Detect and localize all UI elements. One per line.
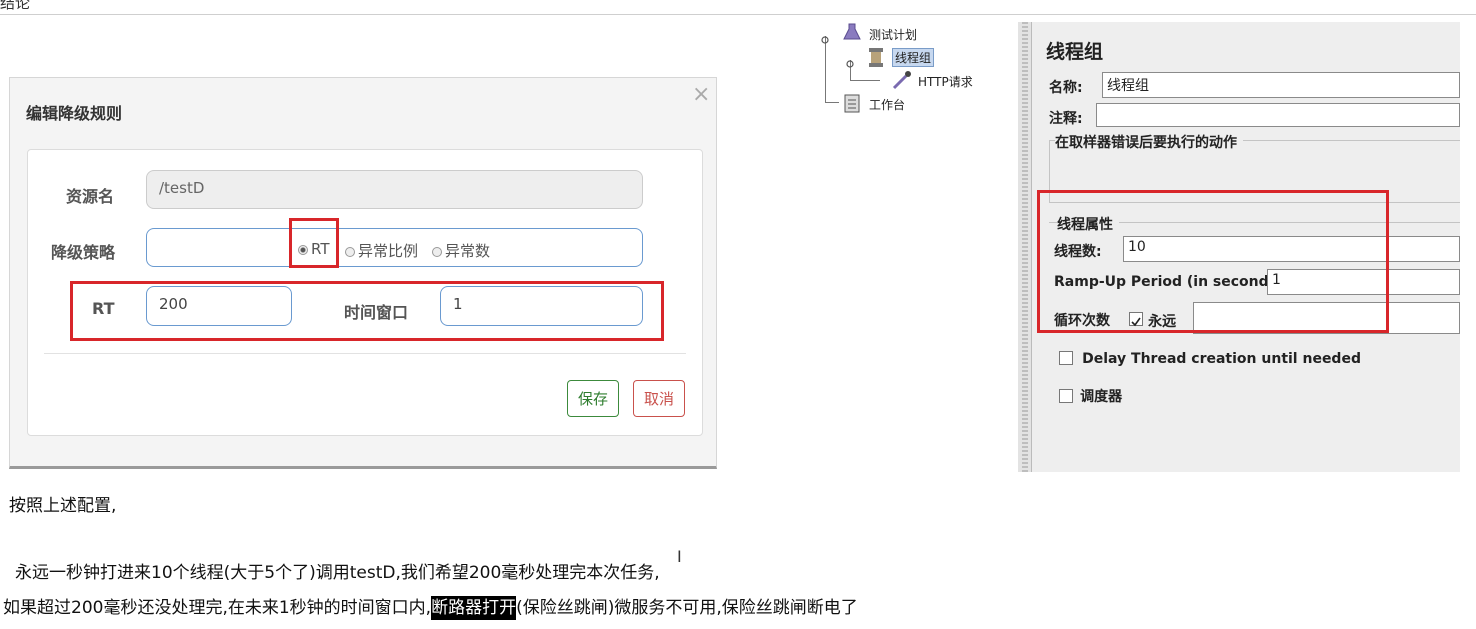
tree-node-thread-group[interactable]: 线程组 <box>892 48 935 67</box>
text-line-2: 永远一秒钟打进来10个线程(大于5个了)调用testD,我们希望200毫秒处理完… <box>15 563 660 583</box>
dialog-divider <box>44 353 686 354</box>
resource-name-field: /testD <box>146 170 643 209</box>
flask-icon <box>843 22 861 46</box>
splitter-grip <box>1022 22 1028 472</box>
spool-icon <box>866 46 886 72</box>
delay-thread-checkbox[interactable]: Delay Thread creation until needed <box>1059 348 1361 367</box>
cancel-button[interactable]: 取消 <box>633 380 686 417</box>
highlighted-text: 断路器打开 <box>431 596 517 620</box>
tree-connector <box>850 80 880 81</box>
page-heading: 结论 <box>0 0 31 12</box>
rt-annotation-box <box>289 218 339 268</box>
tree-toggle-icon[interactable] <box>845 54 855 68</box>
scheduler-checkbox[interactable]: 调度器 <box>1059 386 1122 406</box>
text-line-3-end: (保险丝跳闸)微服务不可用,保险丝跳闸断电了 <box>516 598 858 618</box>
save-button[interactable]: 保存 <box>567 380 620 417</box>
edit-degrade-rule-dialog: 编辑降级规则 × 资源名 /testD 降级策略 RT 异常比例 异常数 RT … <box>9 77 717 469</box>
radio-exception-count-label: 异常数 <box>445 242 491 260</box>
tree-connector <box>825 36 826 102</box>
text-line-3-start: 如果超过200毫秒还没处理完,在未来1秒钟的时间窗口内, <box>3 598 432 618</box>
tree-node-test-plan[interactable]: 测试计划 <box>869 26 917 43</box>
comment-input[interactable] <box>1096 103 1460 127</box>
text-line-1: 按照上述配置, <box>9 496 117 516</box>
error-action-label: 在取样器错误后要执行的动作 <box>1055 132 1243 152</box>
panel-title: 线程组 <box>1046 41 1104 63</box>
comment-label: 注释: <box>1049 111 1083 127</box>
tree-node-workbench[interactable]: 工作台 <box>869 96 905 113</box>
text-line-3: 如果超过200毫秒还没处理完,在未来1秒钟的时间窗口内,断路器打开(保险丝跳闸)… <box>3 593 858 620</box>
radio-exception-ratio-label: 异常比例 <box>358 242 419 260</box>
scheduler-label: 调度器 <box>1080 389 1123 405</box>
resource-name-value: /testD <box>159 179 205 197</box>
strategy-radio-exception-count[interactable]: 异常数 <box>432 240 490 261</box>
name-value: 线程组 <box>1107 78 1149 94</box>
close-icon[interactable]: × <box>692 84 710 106</box>
strategy-label: 降级策略 <box>51 243 116 262</box>
tree-toggle-icon[interactable] <box>820 30 830 44</box>
dialog-body: 资源名 /testD 降级策略 RT 异常比例 异常数 RT 200 时间窗口 … <box>27 149 703 436</box>
checkbox-unchecked-icon <box>1059 389 1073 403</box>
strategy-radio-exception-ratio[interactable]: 异常比例 <box>345 240 418 261</box>
text-cursor-icon: I <box>677 547 682 566</box>
checkbox-unchecked-icon <box>1059 351 1073 365</box>
radio-unselected-icon <box>432 247 442 257</box>
clipboard-icon <box>843 93 861 117</box>
heading-divider <box>0 14 1476 15</box>
tree-connector <box>825 102 839 103</box>
dialog-title: 编辑降级规则 <box>26 104 123 123</box>
rt-window-annotation-box <box>70 281 664 341</box>
delay-thread-label: Delay Thread creation until needed <box>1082 351 1361 367</box>
tree-node-http-request[interactable]: HTTP请求 <box>918 73 973 90</box>
pipette-icon <box>890 68 914 96</box>
radio-unselected-icon <box>345 247 355 257</box>
name-input[interactable]: 线程组 <box>1102 72 1460 98</box>
thread-props-annotation-box <box>1037 190 1389 333</box>
name-label: 名称: <box>1049 80 1083 96</box>
resource-name-label: 资源名 <box>66 187 115 206</box>
